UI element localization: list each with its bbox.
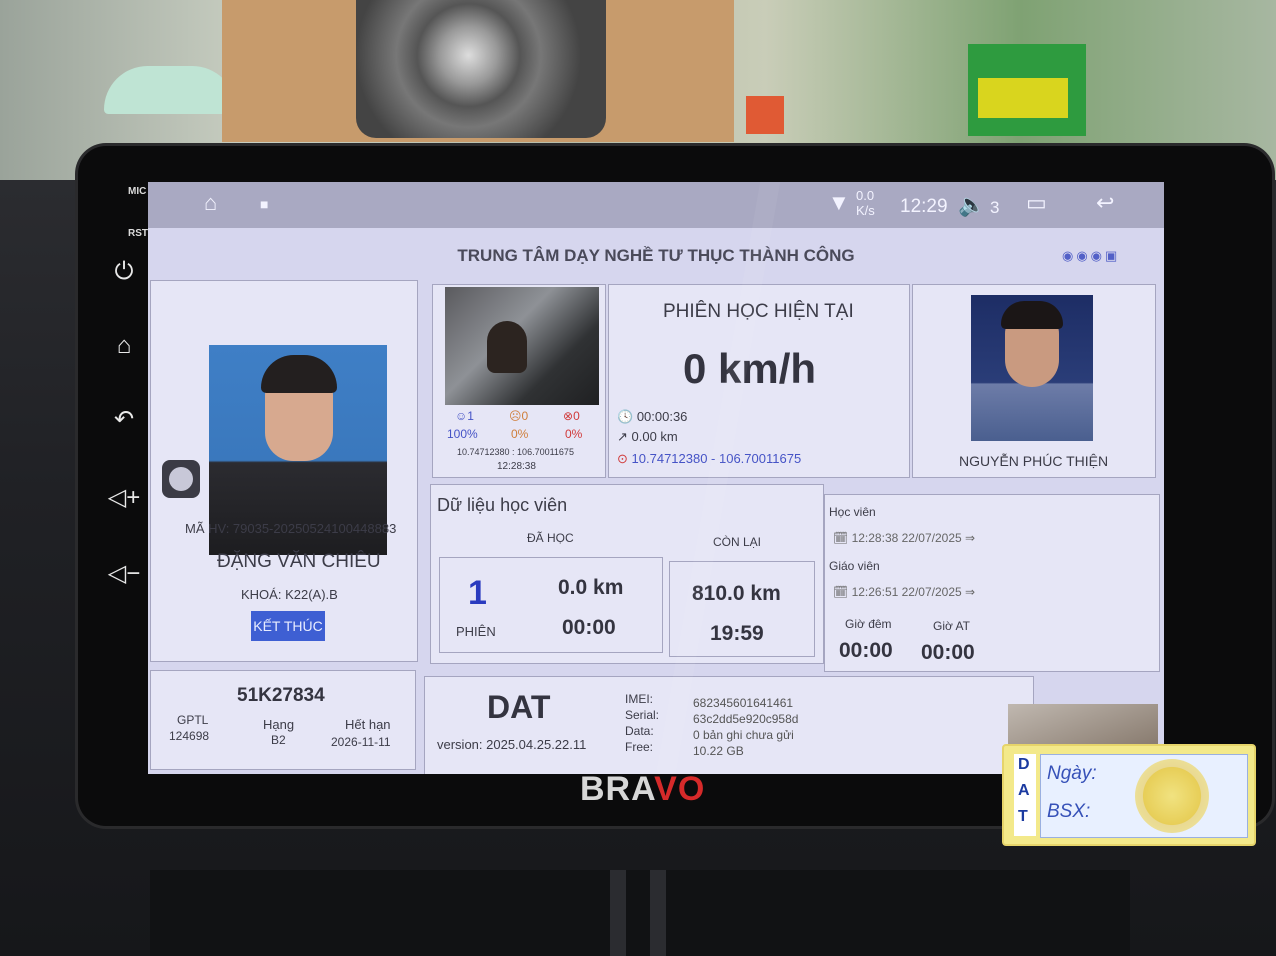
volume-level: 3 (990, 198, 1000, 217)
vehicle-plate: 51K27834 (237, 685, 325, 706)
sticker-seal (1135, 759, 1209, 833)
camera-coords: 10.74712380 : 106.70011675 (457, 447, 574, 457)
volume-up-icon[interactable]: ◁+ (106, 480, 142, 516)
volume-down-icon[interactable]: ◁− (106, 556, 142, 592)
session-duration: 🕓 00:00:36 (617, 409, 688, 424)
teacher-name: NGUYỄN PHÚC THIỆN (959, 453, 1109, 469)
wifi-icon: ▼ (828, 190, 850, 215)
sessions-count: 1 (468, 574, 487, 612)
end-session-button[interactable]: KẾT THÚC (251, 611, 325, 641)
screen: ⌂ ■ ▼ 0.0 K/s 12:29 🔈 3 ▭ ↩ TRUNG TÂM DẠY… (148, 182, 1164, 774)
floating-widget-icon[interactable] (162, 460, 200, 498)
remain-time: 19:59 (710, 622, 764, 645)
volume-icon[interactable]: 🔈 (958, 192, 985, 218)
done-time: 00:00 (562, 616, 616, 639)
home-icon[interactable]: ⌂ (106, 328, 142, 364)
rst-label: RST (128, 228, 148, 239)
mic-label: MIC (128, 186, 147, 197)
class-value: B2 (271, 733, 286, 747)
login-panel: Học viên 🗓 12:28:38 22/07/2025 ⇒ Giáo vi… (824, 494, 1160, 672)
net-speed: 0.0 K/s (856, 188, 875, 218)
session-panel: PHIÊN HỌC HIỆN TẠI 0 km/h 🕓 00:00:36 ↗ 0… (608, 284, 910, 478)
camera-time: 12:28:38 (497, 461, 536, 472)
student-login-time: 🗓 12:28:38 22/07/2025 ⇒ (833, 531, 976, 545)
device-version: version: 2025.04.25.22.11 (437, 737, 587, 752)
sticker-letter-d: D (1018, 756, 1030, 773)
sticker-date-label: Ngày: (1047, 763, 1097, 784)
sticker-letter-a: A (1018, 782, 1030, 799)
gptl-label: GPTL (177, 713, 209, 727)
student-course: KHOÁ: K22(A).B (241, 587, 338, 602)
face-err-icon: ⊗0 (563, 409, 580, 423)
center-name: TRUNG TÂM DẠY NGHỀ TƯ THỤC THÀNH CÔNG (457, 246, 855, 265)
air-vent (150, 870, 1130, 956)
clock: 12:29 (900, 196, 948, 217)
device-name: DAT (487, 689, 551, 725)
done-box: 1 PHIÊN 0.0 km 00:00 (439, 557, 663, 653)
app-icon[interactable]: ■ (260, 196, 268, 212)
shop-sign (968, 44, 1086, 136)
at-hours-value: 00:00 (921, 641, 975, 664)
teacher-photo (971, 295, 1093, 441)
done-label: ĐÃ HỌC (527, 531, 574, 545)
inspection-sticker: D A T Ngày: BSX: (1002, 744, 1256, 846)
back-icon[interactable]: ↶ (106, 402, 142, 438)
done-km: 0.0 km (558, 576, 624, 599)
device-info-labels: IMEI: Serial: Data: Free: (625, 692, 660, 754)
power-icon[interactable]: ⏻ (106, 254, 142, 290)
face-ok-icon: ☺1 (455, 409, 474, 423)
expiry-label: Hết hạn (345, 717, 391, 732)
camera-panel: ☺1 ☹0 ⊗0 100% 0% 0% 10.74712380 : 106.70… (432, 284, 606, 478)
sticker-letter-t: T (1018, 808, 1028, 825)
sessions-label: PHIÊN (456, 624, 496, 639)
toolbar-icons[interactable]: ◉◉◉▣ (1062, 248, 1120, 264)
back-nav-icon[interactable]: ↩ (1096, 190, 1114, 216)
camera-snapshot (445, 287, 599, 405)
app-area: TRUNG TÂM DẠY NGHỀ TƯ THỤC THÀNH CÔNG ◉◉… (148, 228, 1164, 774)
system-status-bar: ⌂ ■ ▼ 0.0 K/s 12:29 🔈 3 ▭ ↩ (148, 182, 1164, 228)
recent-apps-icon[interactable]: ▭ (1026, 190, 1047, 216)
at-hours-label: Giờ AT (933, 619, 970, 633)
teacher-panel: NGUYỄN PHÚC THIỆN (912, 284, 1156, 478)
learner-data-panel: Dữ liệu học viên ĐÃ HỌC CÒN LẠI 1 PHIÊN … (430, 484, 824, 664)
night-hours-label: Giờ đêm (845, 617, 892, 631)
pct-err: 0% (565, 427, 583, 441)
sticker-plate-label: BSX: (1047, 801, 1091, 822)
pct-warn: 0% (511, 427, 529, 441)
teacher-login-time: 🗓 12:26:51 22/07/2025 ⇒ (833, 585, 976, 599)
expiry-value: 2026-11-11 (331, 735, 391, 749)
class-label: Hạng (263, 717, 295, 732)
vehicle-panel: 51K27834 GPTL 124698 Hạng B2 Hết hạn 202… (150, 670, 416, 770)
learner-data-title: Dữ liệu học viên (437, 495, 568, 515)
session-distance: ↗ 0.00 km (617, 429, 678, 444)
teacher-login-label: Giáo viên (829, 559, 880, 573)
night-hours-value: 00:00 (839, 639, 893, 662)
remain-label: CÒN LẠI (713, 535, 762, 549)
gptl-value: 124698 (169, 729, 210, 743)
device-info-panel: DAT version: 2025.04.25.22.11 IMEI: Seri… (424, 676, 1034, 774)
device-info-values: 682345601641461 63c2dd5e920c958d 0 bản g… (693, 696, 799, 758)
face-warn-icon: ☹0 (509, 409, 529, 423)
student-name: ĐẶNG VĂN CHIÊU (217, 551, 381, 572)
student-login-label: Học viên (829, 505, 876, 519)
umbrella (104, 66, 236, 114)
dashcam-icon (356, 0, 606, 138)
session-coords: ⊙ 10.74712380 - 106.70011675 (617, 451, 802, 466)
nav-home-icon[interactable]: ⌂ (204, 190, 217, 216)
pct-ok: 100% (447, 427, 478, 441)
brand-logo: BRAVO (580, 770, 706, 808)
student-id: MÃ HV: 79035-20250524100448883 (185, 521, 397, 536)
red-sign (746, 96, 784, 134)
